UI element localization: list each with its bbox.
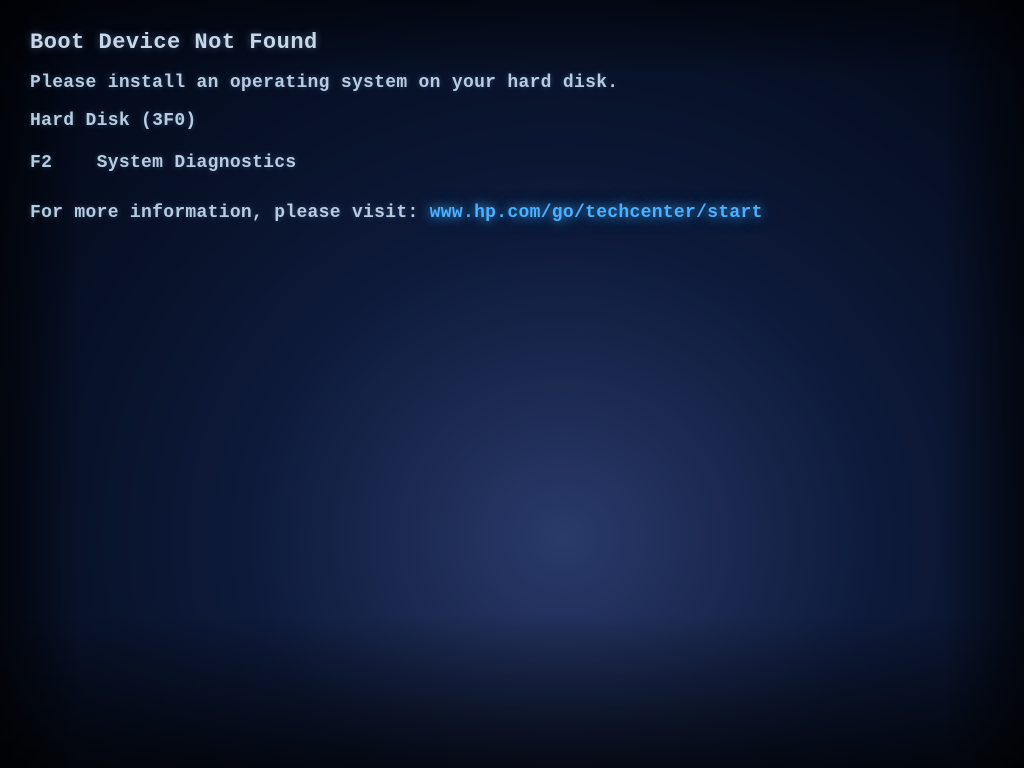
diagnostics-label: System Diagnostics <box>97 153 297 173</box>
bios-error-screen: Boot Device Not Found Please install an … <box>0 0 1024 768</box>
more-info-line: For more information, please visit: www.… <box>30 203 1004 223</box>
diagnostics-line: F2 System Diagnostics <box>30 153 1004 173</box>
error-content: Boot Device Not Found Please install an … <box>20 30 1004 223</box>
install-message: Please install an operating system on yo… <box>30 73 1004 93</box>
more-info-prefix: For more information, please visit: <box>30 203 419 223</box>
support-url: www.hp.com/go/techcenter/start <box>430 203 763 223</box>
diagnostics-key: F2 <box>30 153 52 173</box>
error-title: Boot Device Not Found <box>30 30 1004 55</box>
hard-disk-info: Hard Disk (3F0) <box>30 111 1004 131</box>
